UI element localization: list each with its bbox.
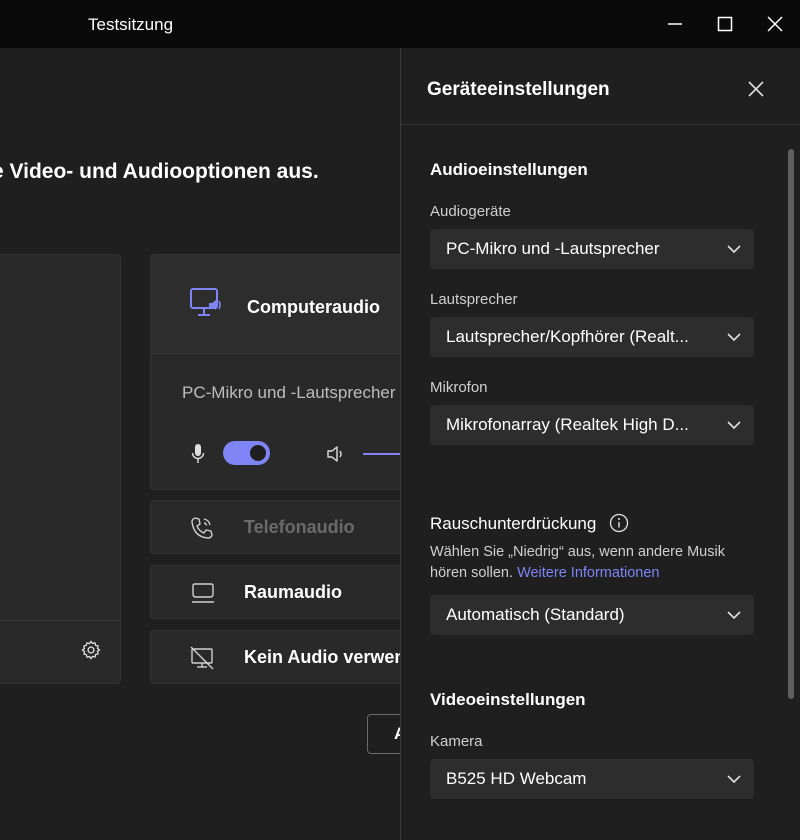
audio-devices-select[interactable]: PC-Mikro und -Lautsprecher [430, 229, 754, 269]
room-audio-icon [192, 583, 214, 603]
speaker-select[interactable]: Lautsprecher/Kopfhörer (Realt... [430, 317, 754, 357]
audio-settings-title: Audioeinstellungen [430, 160, 588, 179]
microphone-value: Mikrofonarray (Realtek High D... [446, 415, 689, 434]
phone-icon [191, 517, 213, 539]
close-window-button[interactable] [750, 0, 800, 48]
computer-audio-device: PC-Mikro und -Lautsprecher [182, 383, 396, 402]
camera-label: Kamera [430, 733, 483, 750]
microphone-icon [191, 444, 205, 463]
info-icon[interactable] [609, 513, 629, 533]
audio-devices-value: PC-Mikro und -Lautsprecher [446, 239, 660, 258]
computer-audio-icon [190, 288, 221, 316]
maximize-icon [717, 16, 733, 32]
room-audio-label: Raumaudio [244, 582, 343, 602]
video-settings-title: Videoeinstellungen [430, 690, 586, 709]
camera-select[interactable]: B525 HD Webcam [430, 759, 754, 799]
room-audio-option[interactable]: Raumaudio [150, 565, 401, 619]
phone-audio-option[interactable]: Telefonaudio [150, 500, 401, 554]
computer-audio-label: Computeraudio [247, 297, 380, 317]
gear-icon[interactable] [80, 639, 102, 661]
microphone-toggle[interactable] [223, 441, 270, 465]
join-button[interactable]: A [367, 714, 401, 754]
phone-audio-label: Telefonaudio [244, 517, 355, 537]
noise-help-text: Wählen Sie „Niedrig“ aus, wenn andere Mu… [430, 542, 750, 584]
close-icon [767, 16, 783, 32]
minimize-icon [668, 23, 682, 25]
maximize-button[interactable] [700, 0, 750, 48]
microphone-label: Mikrofon [430, 379, 488, 396]
panel-title: Geräteeinstellungen [427, 79, 610, 100]
noise-suppression-value: Automatisch (Standard) [446, 605, 625, 624]
no-audio-option[interactable]: Kein Audio verwenden [150, 630, 401, 684]
page-heading: e Video- und Audiooptionen aus. [0, 160, 319, 183]
more-info-link[interactable]: Weitere Informationen [517, 565, 659, 581]
panel-scrollbar[interactable] [788, 149, 794, 699]
noise-suppression-select[interactable]: Automatisch (Standard) [430, 595, 754, 635]
audio-devices-label: Audiogeräte [430, 203, 511, 220]
chevron-down-icon [727, 245, 741, 254]
panel-header: Geräteeinstellungen [401, 48, 800, 125]
video-card-footer [0, 620, 120, 683]
title-bar: Testsitzung [0, 0, 800, 48]
chevron-down-icon [727, 611, 741, 620]
toggle-knob [250, 445, 266, 461]
chevron-down-icon [727, 775, 741, 784]
window-title: Testsitzung [88, 15, 174, 34]
chevron-down-icon [727, 421, 741, 430]
computer-audio-header[interactable]: Computeraudio [151, 255, 401, 354]
no-audio-label: Kein Audio verwenden [244, 647, 401, 667]
computer-audio-option[interactable]: Computeraudio PC-Mikro und -Lautsprecher [150, 254, 401, 490]
microphone-select[interactable]: Mikrofonarray (Realtek High D... [430, 405, 754, 445]
speaker-icon [327, 446, 342, 462]
speaker-label: Lautsprecher [430, 291, 518, 308]
minimize-button[interactable] [650, 0, 700, 48]
camera-value: B525 HD Webcam [446, 769, 587, 788]
main-area: e Video- und Audiooptionen aus. Computer… [0, 48, 401, 840]
device-settings-panel: Geräteeinstellungen Audioeinstellungen A… [400, 48, 800, 840]
video-preview-card [0, 254, 121, 684]
close-panel-icon[interactable] [745, 78, 767, 100]
no-audio-icon [190, 646, 214, 670]
speaker-value: Lautsprecher/Kopfhörer (Realt... [446, 327, 689, 346]
volume-slider[interactable] [363, 453, 401, 455]
noise-suppression-label: Rauschunterdrückung [430, 514, 597, 533]
chevron-down-icon [727, 333, 741, 342]
